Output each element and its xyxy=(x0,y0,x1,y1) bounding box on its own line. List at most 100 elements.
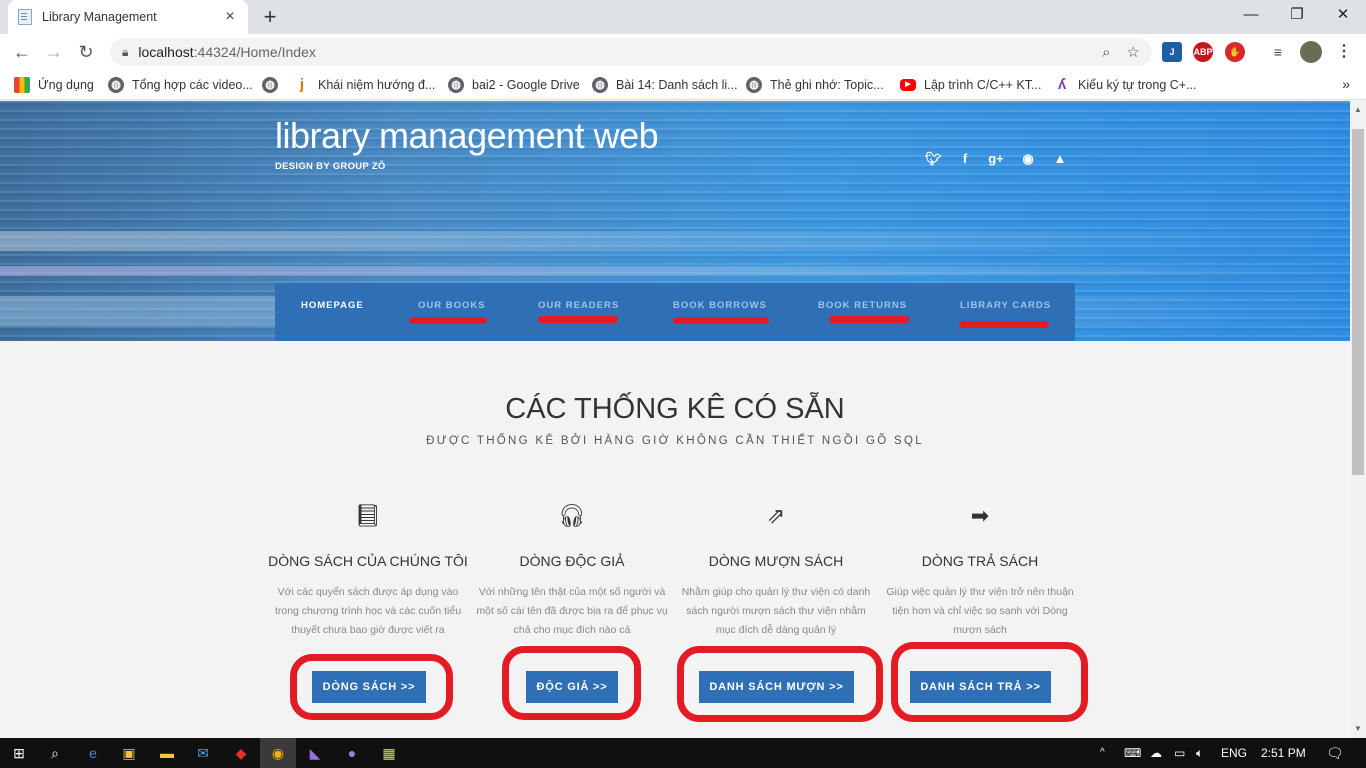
adblock-icon[interactable]: ABP xyxy=(1193,42,1213,62)
readers-button[interactable]: ĐỘC GIẢ >> xyxy=(526,671,618,703)
browser-toolbar: ← → ↻ 🔒︎ localhost:44324/Home/Index ⌕ ☆ … xyxy=(0,34,1366,70)
scrollbar-thumb[interactable] xyxy=(1352,129,1364,475)
feature-title: DÒNG MƯỢN SÁCH xyxy=(708,553,844,569)
zoom-icon[interactable]: ⌕ xyxy=(1102,44,1110,61)
scroll-up-icon[interactable]: ▲ xyxy=(1350,105,1366,114)
feature-title: DÒNG ĐỘC GIẢ xyxy=(519,553,625,569)
dribbble-icon[interactable]: ◉ xyxy=(1020,151,1036,167)
nav-our-books[interactable]: OUR BOOKS xyxy=(418,300,486,311)
bookmark-label: bai2 - Google Drive xyxy=(472,78,580,92)
edge-icon[interactable]: e xyxy=(82,743,104,763)
bookmark-star-icon[interactable]: ☆ xyxy=(1127,43,1140,61)
media-control-icon[interactable]: ≡ xyxy=(1268,42,1288,62)
globe-icon: ◍ xyxy=(448,77,464,93)
network-icon[interactable]: ▭ xyxy=(1174,738,1185,768)
window-close-button[interactable]: ✕ xyxy=(1320,0,1366,30)
site-title: library management web xyxy=(275,115,659,156)
nav-our-readers[interactable]: OUR READERS xyxy=(538,300,619,311)
browser-tab[interactable]: Library Management × xyxy=(8,0,248,34)
bookmark-item[interactable]: ◍ xyxy=(262,75,286,95)
tab-title: Library Management xyxy=(42,10,157,24)
visual-studio-icon[interactable]: ◣ xyxy=(304,743,326,763)
bookmark-item[interactable]: ◍ Tổng hợp các video... xyxy=(108,75,253,95)
globe-icon: ◍ xyxy=(592,77,608,93)
bookmark-item[interactable]: ◍ bai2 - Google Drive xyxy=(448,75,580,95)
windows-start-icon[interactable]: ⊞ xyxy=(8,743,30,763)
menu-kebab-icon[interactable]: ⋮ xyxy=(1334,42,1354,62)
page-favicon-icon xyxy=(18,9,32,25)
profile-avatar[interactable] xyxy=(1300,41,1322,63)
bookmark-label: Khái niệm hướng đ... xyxy=(318,78,436,92)
new-tab-button[interactable]: + xyxy=(258,4,282,30)
feature-readers: 🎧︎ DÒNG ĐỘC GIẢ Với những tên thật của m… xyxy=(472,501,672,640)
nav-book-returns[interactable]: BOOK RETURNS xyxy=(818,300,907,311)
tab-close-icon[interactable]: × xyxy=(222,8,238,26)
back-arrow-icon[interactable]: ← xyxy=(10,40,34,64)
onedrive-icon[interactable]: ☁ xyxy=(1150,738,1162,768)
app-purple-icon[interactable]: ● xyxy=(341,743,363,763)
bookmark-item[interactable]: ʎ Kiểu ký tự trong C+... xyxy=(1054,75,1197,95)
restore-button[interactable]: ❐ xyxy=(1274,0,1320,30)
extension-stop-icon[interactable]: ✋ xyxy=(1225,42,1245,62)
bookmark-item[interactable]: ◍ Bài 14: Danh sách li... xyxy=(592,75,738,95)
page-scrollbar[interactable]: ▲ ▼ xyxy=(1350,101,1366,738)
red-underline-annotation xyxy=(829,316,909,323)
feature-title: DÒNG SÁCH CỦA CHÚNG TÔI xyxy=(268,553,468,569)
banner-streak xyxy=(0,231,1350,251)
tray-icon[interactable]: ⌨ xyxy=(1124,738,1141,768)
bookmark-item[interactable]: j Khái niệm hướng đ... xyxy=(294,75,435,95)
site-subtitle: DESIGN BY GROUP ZÔ xyxy=(275,161,386,172)
globe-icon: ◍ xyxy=(108,77,124,93)
address-bar[interactable]: 🔒︎ localhost:44324/Home/Index ⌕ ☆ xyxy=(110,38,1152,66)
returns-list-button[interactable]: DANH SÁCH TRẢ >> xyxy=(910,671,1051,703)
tray-overflow-icon[interactable]: ^ xyxy=(1100,738,1105,768)
main-navigation: HOMEPAGE OUR BOOKS OUR READERS BOOK BORR… xyxy=(275,283,1075,341)
reload-icon[interactable]: ↻ xyxy=(74,40,98,64)
extension-j-icon[interactable]: J xyxy=(1162,42,1182,62)
apps-grid-icon xyxy=(14,77,30,93)
nav-homepage[interactable]: HOMEPAGE xyxy=(301,300,364,311)
notification-icon[interactable]: 🗨︎ xyxy=(1326,738,1344,768)
borrows-list-button[interactable]: DANH SÁCH MƯỢN >> xyxy=(699,671,854,703)
bookmarks-bar: Ứng dụng ◍ Tổng hợp các video... ◍ j Khá… xyxy=(0,70,1366,100)
bookmark-item[interactable]: ▶ Lập trình C/C++ KT... xyxy=(900,75,1041,95)
android-icon[interactable]: ▲ xyxy=(1052,151,1068,166)
twitter-icon[interactable]: 🐦︎ xyxy=(925,151,942,167)
forward-arrow-icon[interactable]: → xyxy=(42,40,66,64)
language-indicator[interactable]: ENG xyxy=(1221,738,1247,768)
bookmark-label: Kiểu ký tự trong C+... xyxy=(1078,78,1197,92)
books-list-button[interactable]: DÒNG SÁCH >> xyxy=(312,671,426,703)
bookmark-apps[interactable]: Ứng dụng xyxy=(14,75,94,95)
mail-icon[interactable]: ✉ xyxy=(192,743,214,763)
feature-description: Nhằm giúp cho quản lý thư viện có danh s… xyxy=(681,586,871,636)
facebook-icon[interactable]: f xyxy=(957,151,973,166)
bookmark-label: Bài 14: Danh sách li... xyxy=(616,78,738,92)
scroll-down-icon[interactable]: ▼ xyxy=(1350,724,1366,733)
bookmark-item[interactable]: ◍ Thẻ ghi nhớ: Topic... xyxy=(746,75,884,95)
section-subtitle: ĐƯỢC THỐNG KÊ BỞI HÀNG GIỜ KHÔNG CẦN THI… xyxy=(426,435,924,447)
feature-returns: ➡ DÒNG TRẢ SÁCH Giúp việc quản lý thư vi… xyxy=(880,501,1080,640)
bookmark-label: Thẻ ghi nhớ: Topic... xyxy=(770,78,884,92)
bookmarks-overflow-icon[interactable]: » xyxy=(1342,76,1350,92)
chrome-icon[interactable]: ◉ xyxy=(267,743,289,763)
nav-library-cards[interactable]: LIBRARY CARDS xyxy=(960,300,1051,311)
store-icon[interactable]: ▣ xyxy=(118,743,140,763)
banner-streak xyxy=(0,266,1350,276)
tab-strip: Library Management × + — ❐ ✕ xyxy=(0,0,1366,34)
nav-book-borrows[interactable]: BOOK BORROWS xyxy=(673,300,767,311)
minimize-button[interactable]: — xyxy=(1228,0,1274,30)
bookmark-label: Tổng hợp các video... xyxy=(132,78,253,92)
volume-icon[interactable]: 🔈︎ xyxy=(1196,738,1203,768)
globe-icon: ◍ xyxy=(746,77,762,93)
bookmark-label: Ứng dụng xyxy=(38,78,94,92)
bookmark-label: Lập trình C/C++ KT... xyxy=(924,78,1042,92)
file-explorer-icon[interactable]: ▬ xyxy=(156,743,178,763)
app-icon[interactable]: ◆ xyxy=(230,743,252,763)
google-plus-icon[interactable]: g+ xyxy=(988,151,1004,166)
search-icon[interactable]: ⌕ xyxy=(44,743,66,763)
feature-description: Với các quyển sách được áp dụng vào tron… xyxy=(274,586,462,636)
app-green-icon[interactable]: ▦ xyxy=(378,743,400,763)
j-icon: j xyxy=(299,76,305,93)
clock[interactable]: 2:51 PM xyxy=(1261,738,1306,768)
url-text[interactable]: localhost:44324/Home/Index xyxy=(138,44,1086,60)
